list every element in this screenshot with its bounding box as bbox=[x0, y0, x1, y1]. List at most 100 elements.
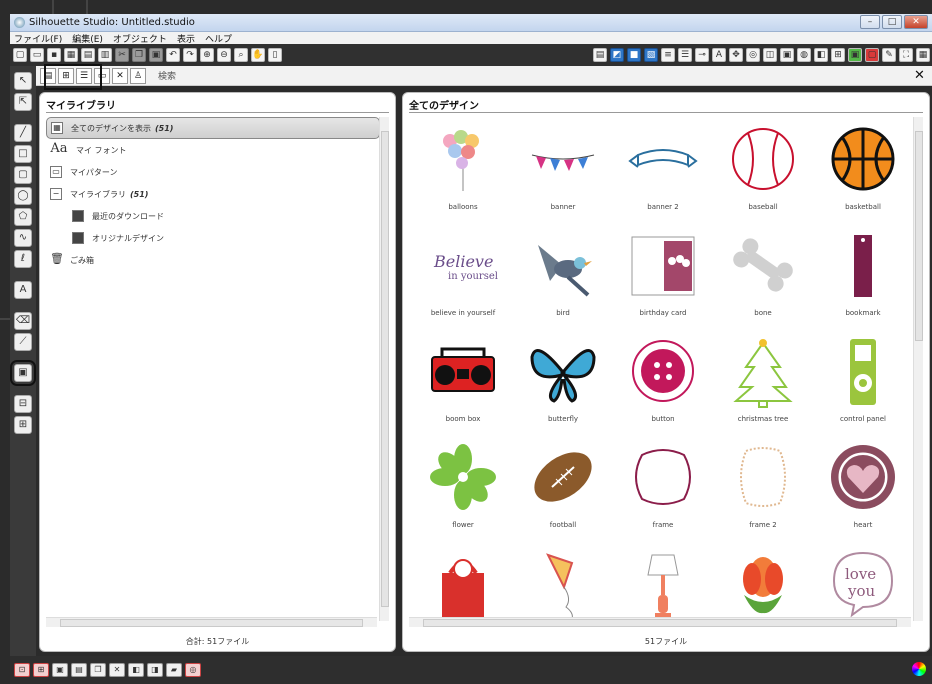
design-thumbnail[interactable]: balloons bbox=[413, 119, 513, 225]
tree-item-recent-downloads[interactable]: 最近のダウンロード bbox=[46, 205, 380, 227]
print-icon[interactable]: ▤ bbox=[81, 48, 95, 62]
horizontal-scrollbar[interactable] bbox=[46, 617, 377, 627]
save-icon[interactable]: ▪ bbox=[47, 48, 61, 62]
close-library-icon[interactable]: ✕ bbox=[914, 68, 928, 83]
design-thumbnail[interactable]: flower bbox=[413, 437, 513, 543]
shadow-icon[interactable]: ⊸ bbox=[695, 48, 709, 62]
text-style-icon[interactable]: A bbox=[712, 48, 726, 62]
delete-icon[interactable]: ✕ bbox=[112, 67, 128, 84]
design-thumbnail[interactable]: basketball bbox=[813, 119, 913, 225]
tree-item-my-library[interactable]: − マイライブラリ (51) bbox=[46, 183, 380, 205]
transform-icon[interactable]: ✥ bbox=[729, 48, 743, 62]
menu-view[interactable]: 表示 bbox=[177, 32, 195, 45]
vertical-scrollbar[interactable] bbox=[913, 117, 923, 621]
sketch-icon[interactable]: ✎ bbox=[882, 48, 896, 62]
select-tool-icon[interactable]: ↖ bbox=[14, 72, 32, 90]
design-thumbnail[interactable]: control panel bbox=[813, 331, 913, 437]
zoom-out-icon[interactable]: ⊖ bbox=[217, 48, 231, 62]
design-thumbnail[interactable]: button bbox=[613, 331, 713, 437]
line-style-icon[interactable]: ≡ bbox=[661, 48, 675, 62]
design-thumbnail[interactable] bbox=[413, 543, 513, 649]
menu-object[interactable]: オブジェクト bbox=[113, 32, 167, 45]
maximize-button[interactable]: □ bbox=[882, 15, 902, 29]
text-tool-icon[interactable]: A bbox=[14, 281, 32, 299]
move-to-library-icon[interactable]: ▰ bbox=[166, 663, 182, 677]
design-thumbnail[interactable]: bird bbox=[513, 225, 613, 331]
line-color-icon[interactable]: ◩ bbox=[610, 48, 624, 62]
registration-icon[interactable]: ⊞ bbox=[831, 48, 845, 62]
cut-settings-icon[interactable]: ▣ bbox=[848, 48, 862, 62]
rectangle-tool-icon[interactable]: □ bbox=[14, 145, 32, 163]
knife-tool-icon[interactable]: ⟋ bbox=[14, 333, 32, 351]
replicate-icon[interactable]: ◎ bbox=[746, 48, 760, 62]
scroll-thumb[interactable] bbox=[381, 131, 389, 607]
design-thumbnail[interactable]: boom box bbox=[413, 331, 513, 437]
tree-item-all-designs[interactable]: ▦ 全てのデザインを表示 (51) bbox=[46, 117, 380, 139]
library-icon[interactable]: ▦ bbox=[64, 48, 78, 62]
freehand-tool-icon[interactable]: ℓ bbox=[14, 250, 32, 268]
edit-points-icon[interactable]: ⇱ bbox=[14, 93, 32, 111]
horizontal-scrollbar[interactable] bbox=[409, 617, 911, 627]
copy-icon[interactable]: ❐ bbox=[132, 48, 146, 62]
redo-icon[interactable]: ↷ bbox=[183, 48, 197, 62]
store-icon[interactable]: ▤ bbox=[593, 48, 607, 62]
design-thumbnail[interactable] bbox=[613, 543, 713, 649]
menu-edit[interactable]: 編集(E) bbox=[72, 32, 103, 45]
design-thumbnail[interactable]: football bbox=[513, 437, 613, 543]
trace-icon[interactable]: ◍ bbox=[797, 48, 811, 62]
vertical-scrollbar[interactable] bbox=[379, 117, 389, 621]
design-thumbnail[interactable] bbox=[713, 543, 813, 649]
compound-icon[interactable]: ▣ bbox=[52, 663, 68, 677]
design-thumbnail[interactable]: heart bbox=[813, 437, 913, 543]
duplicate-icon[interactable]: ❐ bbox=[90, 663, 106, 677]
cut-send-icon[interactable]: ▥ bbox=[98, 48, 112, 62]
scroll-thumb[interactable] bbox=[915, 131, 923, 341]
rounded-rect-tool-icon[interactable]: ▢ bbox=[14, 166, 32, 184]
line-tool-icon[interactable]: ╱ bbox=[14, 124, 32, 142]
fullscreen-icon[interactable]: ⛶ bbox=[899, 48, 913, 62]
design-store-icon[interactable]: ⊟ bbox=[14, 395, 32, 413]
tree-item-original-designs[interactable]: オリジナルデザイン bbox=[46, 227, 380, 249]
curve-tool-icon[interactable]: ∿ bbox=[14, 229, 32, 247]
minimize-button[interactable]: – bbox=[860, 15, 880, 29]
grid-icon[interactable]: ▦ bbox=[916, 48, 930, 62]
design-thumbnail[interactable]: butterfly bbox=[513, 331, 613, 437]
bring-front-icon[interactable]: ◧ bbox=[128, 663, 144, 677]
layout-icon[interactable]: ⊞ bbox=[14, 416, 32, 434]
library-view-icon[interactable]: ▣ bbox=[10, 360, 36, 386]
offset-icon[interactable]: ▣ bbox=[780, 48, 794, 62]
send-back-icon[interactable]: ◨ bbox=[147, 663, 163, 677]
delete-object-icon[interactable]: ✕ bbox=[109, 663, 125, 677]
undo-icon[interactable]: ↶ bbox=[166, 48, 180, 62]
design-thumbnail[interactable] bbox=[513, 543, 613, 649]
fit-page-icon[interactable]: ▯ bbox=[268, 48, 282, 62]
target-icon[interactable]: ◎ bbox=[185, 663, 201, 677]
cut-icon[interactable]: ✂ bbox=[115, 48, 129, 62]
design-thumbnail[interactable]: bone bbox=[713, 225, 813, 331]
design-thumbnail[interactable]: bookmark bbox=[813, 225, 913, 331]
design-thumbnail[interactable]: banner 2 bbox=[613, 119, 713, 225]
ungroup-icon[interactable]: ⊞ bbox=[33, 663, 49, 677]
design-thumbnail[interactable]: frame bbox=[613, 437, 713, 543]
design-thumbnail[interactable]: baseball bbox=[713, 119, 813, 225]
eraser-tool-icon[interactable]: ⌫ bbox=[14, 312, 32, 330]
new-file-icon[interactable]: ▢ bbox=[13, 48, 27, 62]
zoom-select-icon[interactable]: ⌕ bbox=[234, 48, 248, 62]
open-file-icon[interactable]: ▭ bbox=[30, 48, 44, 62]
search-input[interactable]: 検索 bbox=[158, 69, 914, 82]
menu-help[interactable]: ヘルプ bbox=[205, 32, 232, 45]
design-thumbnail[interactable]: love you bbox=[813, 543, 913, 649]
design-thumbnail[interactable]: birthday card bbox=[613, 225, 713, 331]
scroll-thumb[interactable] bbox=[423, 619, 897, 627]
design-thumbnail[interactable]: frame 2 bbox=[713, 437, 813, 543]
close-button[interactable]: ✕ bbox=[904, 15, 928, 29]
scroll-thumb[interactable] bbox=[60, 619, 363, 627]
tree-item-my-patterns[interactable]: ▭ マイパターン bbox=[46, 161, 380, 183]
design-thumbnail[interactable]: banner bbox=[513, 119, 613, 225]
zoom-in-icon[interactable]: ⊕ bbox=[200, 48, 214, 62]
color-wheel-icon[interactable] bbox=[912, 662, 926, 676]
pattern-icon[interactable]: ▧ bbox=[644, 48, 658, 62]
send-to-icon[interactable]: ▢ bbox=[865, 48, 879, 62]
modify-icon[interactable]: ◫ bbox=[763, 48, 777, 62]
release-compound-icon[interactable]: ▤ bbox=[71, 663, 87, 677]
